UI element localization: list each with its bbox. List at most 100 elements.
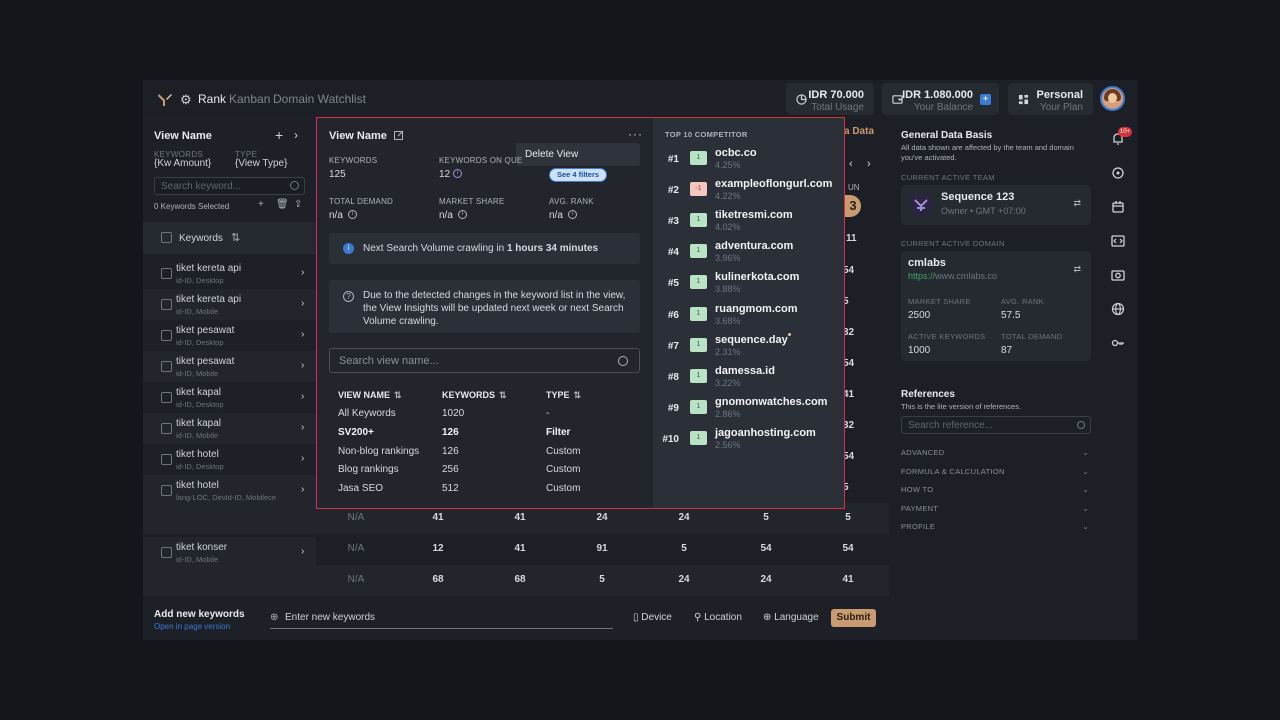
submit-button[interactable]: Submit xyxy=(831,609,876,627)
edit-pencil-icon[interactable] xyxy=(394,130,404,140)
add-balance-plus-icon[interactable]: + xyxy=(980,94,991,105)
chevron-right-icon[interactable]: › xyxy=(301,360,304,371)
app-logo-icon[interactable] xyxy=(157,91,173,107)
trash-icon[interactable]: 🗑 xyxy=(276,199,289,210)
switch-domain-icon[interactable]: ⇄ xyxy=(1073,264,1081,275)
keyword-row-checkbox[interactable] xyxy=(161,330,172,341)
behind-next-chevron-icon[interactable]: › xyxy=(867,158,871,170)
keyword-row[interactable]: tiket hotel id-ID, Desktop › xyxy=(143,444,316,475)
accordion-item[interactable]: PAYMENT ⌄ xyxy=(901,504,1089,513)
keyword-row-checkbox[interactable] xyxy=(161,485,172,496)
competitor-row[interactable]: #10 1 jagoanhosting.com 2.56% xyxy=(653,426,844,457)
open-page-version-link[interactable]: Open in page version xyxy=(154,622,230,631)
accordion-item[interactable]: HOW TO ⌄ xyxy=(901,485,1089,494)
active-domain-card[interactable]: cmlabs https://www.cmlabs.co ⇄ MARKET SH… xyxy=(901,251,1091,361)
keyword-row[interactable]: tiket kapal id-ID, Mobile › xyxy=(143,413,316,444)
total-demand-info-icon[interactable]: i xyxy=(348,210,357,219)
keyword-row[interactable]: tiket pesawat id-ID, Desktop › xyxy=(143,320,316,351)
view-row[interactable]: Blog rankings 256 Custom xyxy=(317,464,653,483)
column-header-type[interactable]: TYPE ⇅ xyxy=(546,390,581,401)
competitor-row[interactable]: #2 -1 exampleoflongurl.com 4.22% xyxy=(653,177,844,208)
chevron-right-icon[interactable]: › xyxy=(301,422,304,433)
market-share-info-icon[interactable]: i xyxy=(458,210,467,219)
keyword-row-checkbox[interactable] xyxy=(161,454,172,465)
code-icon[interactable] xyxy=(1111,234,1125,248)
keyword-row-checkbox[interactable] xyxy=(161,361,172,372)
export-icon[interactable]: ⇪ xyxy=(294,199,302,210)
competitor-row[interactable]: #1 1 ocbc.co 4.25% xyxy=(653,146,844,177)
column-header-keywords[interactable]: KEYWORDS ⇅ xyxy=(442,390,507,401)
keyword-row-checkbox[interactable] xyxy=(161,268,172,279)
view-row[interactable]: Non-blog rankings 126 Custom xyxy=(317,446,653,465)
avg-rank-info-icon[interactable]: i xyxy=(568,210,577,219)
more-options-icon[interactable]: ··· xyxy=(628,127,643,141)
view-row[interactable]: Jasa SEO 512 Custom xyxy=(317,483,653,502)
chevron-right-icon[interactable]: › xyxy=(301,329,304,340)
behind-prev-chevron-icon[interactable]: ‹ xyxy=(849,158,853,170)
reference-search-input[interactable]: Search reference... xyxy=(901,416,1091,434)
keyword-row-checkbox[interactable] xyxy=(161,423,172,434)
delete-view-menu-item[interactable]: Delete View xyxy=(525,149,578,160)
keyword-row[interactable]: tiket hotel lang-LOC, DevId-ID, Mobilece › xyxy=(143,475,316,506)
accordion-item[interactable]: PROFILE ⌄ xyxy=(901,522,1089,531)
new-keywords-input[interactable]: ⊕ Enter new keywords xyxy=(270,607,613,629)
total-usage-pill[interactable]: IDR 70.000 Total Usage xyxy=(786,83,874,115)
calendar-icon[interactable] xyxy=(1111,200,1125,214)
accordion-item[interactable]: ADVANCED ⌄ xyxy=(901,448,1089,457)
behind-data-button[interactable]: a Data xyxy=(844,126,874,137)
competitor-domain: gnomonwatches.com xyxy=(715,395,828,408)
keyword-row-checkbox[interactable] xyxy=(161,299,172,310)
settings-gear-icon[interactable]: ⚙ xyxy=(180,92,192,108)
device-selector[interactable]: ▯ Device xyxy=(633,612,672,623)
nav-domain-watchlist[interactable]: Domain Watchlist xyxy=(273,92,366,106)
competitor-row[interactable]: #6 1 ruangmom.com 3.68% xyxy=(653,302,844,333)
chevron-right-icon[interactable]: › xyxy=(301,267,304,278)
chevron-right-icon[interactable]: › xyxy=(301,298,304,309)
competitor-row[interactable]: #9 1 gnomonwatches.com 2.86% xyxy=(653,395,844,426)
active-team-card[interactable]: Sequence 123 Owner • GMT +07:00 ⇄ xyxy=(901,185,1091,225)
nav-kanban[interactable]: Kanban xyxy=(229,92,270,106)
add-view-plus-icon[interactable]: + xyxy=(275,127,283,143)
radar-icon[interactable] xyxy=(1111,166,1125,180)
chevron-right-icon[interactable]: › xyxy=(294,128,298,142)
globe-icon[interactable] xyxy=(1111,302,1125,316)
location-selector[interactable]: ⚲ Location xyxy=(694,612,742,623)
add-keyword-plus-icon[interactable]: + xyxy=(258,199,264,210)
language-selector[interactable]: ⊕ Language xyxy=(763,612,819,623)
domain-total-demand-value: 87 xyxy=(1001,345,1013,356)
behind-date-badge[interactable]: 3 xyxy=(845,195,861,217)
keyword-row[interactable]: tiket kereta api id-ID, Mobile › xyxy=(143,289,316,320)
keywords-query-info-icon[interactable]: i xyxy=(453,169,462,178)
competitor-row[interactable]: #3 1 tiketresmi.com 4.02% xyxy=(653,208,844,239)
domain-url[interactable]: https://www.cmlabs.co xyxy=(908,271,997,281)
balance-label: Your Balance xyxy=(913,102,973,113)
competitor-rank: #6 xyxy=(667,309,679,321)
plan-pill[interactable]: Personal Your Plan xyxy=(1008,83,1093,115)
competitor-row[interactable]: #7 1 sequence.day 2.31% xyxy=(653,332,844,364)
chevron-right-icon[interactable]: › xyxy=(301,484,304,495)
keyword-row-checkbox[interactable] xyxy=(161,392,172,403)
switch-team-icon[interactable]: ⇄ xyxy=(1073,198,1081,209)
key-icon[interactable] xyxy=(1111,336,1125,350)
balance-pill[interactable]: IDR 1.080.000 Your Balance + xyxy=(882,83,999,115)
view-row[interactable]: SV200+ 126 Filter xyxy=(317,427,653,446)
chevron-right-icon[interactable]: › xyxy=(301,453,304,464)
keyword-search-input[interactable]: Search keyword... xyxy=(154,177,305,195)
view-row[interactable]: All Keywords 1020 - xyxy=(317,408,653,427)
sort-icon[interactable]: ⇅ xyxy=(231,231,240,244)
view-name-search-input[interactable]: Search view name... xyxy=(329,348,640,373)
accordion-item[interactable]: FORMULA & CALCULATION ⌄ xyxy=(901,467,1089,476)
select-all-checkbox[interactable] xyxy=(161,232,172,243)
keyword-row[interactable]: tiket kapal id-ID, Desktop › xyxy=(143,382,316,413)
competitor-row[interactable]: #8 1 damessa.id 3.22% xyxy=(653,364,844,395)
keyword-row[interactable]: tiket pesawat id-ID, Mobile › xyxy=(143,351,316,382)
nav-rank[interactable]: Rank xyxy=(198,92,226,106)
see-filters-badge[interactable]: See 4 filters xyxy=(549,168,607,182)
column-header-view-name[interactable]: VIEW NAME ⇅ xyxy=(338,390,402,401)
user-avatar[interactable] xyxy=(1100,86,1125,111)
keyword-row[interactable]: tiket kereta api id-ID, Desktop › xyxy=(143,258,316,289)
camera-icon[interactable] xyxy=(1111,268,1125,282)
chevron-right-icon[interactable]: › xyxy=(301,391,304,402)
competitor-row[interactable]: #5 1 kulinerkota.com 3.88% xyxy=(653,270,844,301)
competitor-row[interactable]: #4 1 adventura.com 3.96% xyxy=(653,239,844,270)
